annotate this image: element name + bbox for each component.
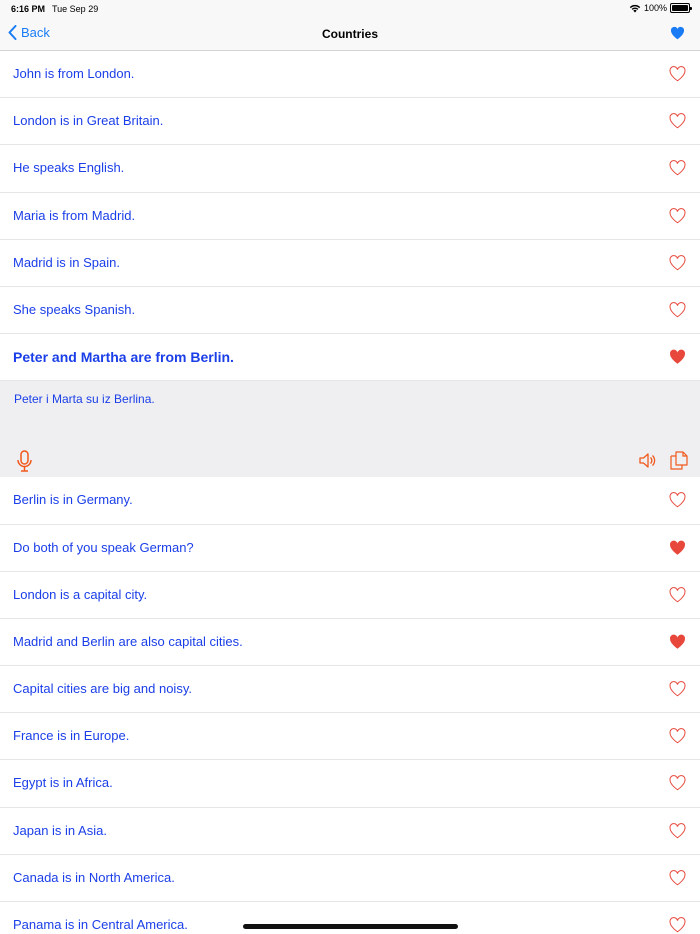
status-time: 6:16 PM xyxy=(11,4,46,14)
wifi-icon xyxy=(629,4,641,12)
favorite-toggle[interactable] xyxy=(669,349,686,370)
home-indicator xyxy=(243,924,458,929)
favorite-toggle[interactable] xyxy=(669,302,686,323)
heart-outline-icon xyxy=(669,728,686,744)
copy-icon xyxy=(670,451,688,470)
sentence-text: London is a capital city. xyxy=(13,586,148,602)
sentence-text: Maria is from Madrid. xyxy=(13,207,136,223)
sentence-group-bottom: Berlin is in Germany. Do both of you spea… xyxy=(0,477,700,934)
heart-outline-icon xyxy=(669,869,686,886)
sentence-text: She speaks Spanish. xyxy=(13,301,136,317)
sentence-row[interactable]: Madrid is in Spain. xyxy=(0,240,700,287)
page-title: Countries xyxy=(321,27,378,41)
status-bar: 6:16 PM Tue Sep 29 100% xyxy=(0,0,700,18)
sentence-row[interactable]: Egypt is in Africa. xyxy=(0,760,700,808)
heart-filled-icon xyxy=(669,349,686,364)
sentence-row[interactable]: John is from London. xyxy=(0,51,700,99)
heart-filled-icon xyxy=(670,26,685,40)
navigation-bar: Back Countries xyxy=(0,18,700,51)
sentence-text: France is in Europe. xyxy=(13,728,130,744)
heart-outline-icon xyxy=(669,586,686,603)
sentence-row[interactable]: Berlin is in Germany. xyxy=(0,477,700,525)
favorite-toggle[interactable] xyxy=(669,492,686,513)
heart-outline-icon xyxy=(669,302,686,318)
heart-filled-icon xyxy=(669,540,686,555)
sentence-text: Madrid and Berlin are also capital citie… xyxy=(13,633,243,649)
sentence-text: Capital cities are big and noisy. xyxy=(13,681,192,697)
heart-outline-icon xyxy=(669,113,686,129)
sentence-row[interactable]: London is a capital city. xyxy=(0,572,700,619)
sentence-text: John is from London. xyxy=(13,66,135,81)
favorite-toggle[interactable] xyxy=(669,207,686,229)
sentence-row[interactable]: Panama is in Central America. xyxy=(0,902,700,934)
heart-outline-icon xyxy=(669,254,686,271)
sentence-row[interactable]: Maria is from Madrid. xyxy=(0,193,700,240)
sentence-row[interactable]: Japan is in Asia. xyxy=(0,808,700,855)
heart-outline-icon xyxy=(669,681,686,697)
translation-text: Peter i Marta su iz Berlina. xyxy=(14,392,155,407)
battery-percent: 100% xyxy=(643,3,667,13)
favorite-toggle[interactable] xyxy=(669,113,686,134)
heart-outline-icon xyxy=(669,160,686,176)
favorite-toggle[interactable] xyxy=(669,586,686,608)
sentence-row[interactable]: Canada is in North America. xyxy=(0,855,700,902)
sentence-list: John is from London. London is in Great B… xyxy=(0,51,700,934)
heart-outline-icon xyxy=(669,207,686,223)
sentence-group-top: John is from London. London is in Great B… xyxy=(0,51,700,382)
sentence-row[interactable]: Do both of you speak German? xyxy=(0,525,700,572)
favorite-toggle[interactable] xyxy=(669,917,686,934)
sentence-row[interactable]: Peter and Martha are from Berlin. xyxy=(0,334,700,382)
favorite-toggle[interactable] xyxy=(669,775,686,796)
sentence-text: Madrid is in Spain. xyxy=(13,254,120,270)
sentence-row[interactable]: France is in Europe. xyxy=(0,713,700,761)
status-right: 100% xyxy=(629,3,692,13)
favorites-button[interactable] xyxy=(670,26,685,45)
microphone-button[interactable] xyxy=(16,450,33,478)
favorite-toggle[interactable] xyxy=(669,822,686,844)
speaker-button[interactable] xyxy=(639,452,658,474)
sentence-text: He speaks English. xyxy=(13,160,125,176)
translation-panel: Peter i Marta su iz Berlina. xyxy=(0,381,700,478)
sentence-text: Canada is in North America. xyxy=(13,869,175,885)
sentence-text: Japan is in Asia. xyxy=(13,822,107,838)
heart-outline-icon xyxy=(669,775,686,791)
heart-filled-icon xyxy=(669,634,686,649)
status-date: Tue Sep 29 xyxy=(52,4,99,14)
favorite-toggle[interactable] xyxy=(669,66,686,87)
sentence-row[interactable]: London is in Great Britain. xyxy=(0,98,700,146)
speaker-icon xyxy=(639,453,656,468)
favorite-toggle[interactable] xyxy=(669,160,686,181)
sentence-row[interactable]: He speaks English. xyxy=(0,145,700,193)
favorite-toggle[interactable] xyxy=(669,869,686,891)
sentence-text: London is in Great Britain. xyxy=(13,113,164,129)
heart-outline-icon xyxy=(669,492,686,508)
sentence-row[interactable]: Capital cities are big and noisy. xyxy=(0,666,700,714)
sentence-text: Berlin is in Germany. xyxy=(13,492,133,508)
sentence-row[interactable]: She speaks Spanish. xyxy=(0,287,700,335)
favorite-toggle[interactable] xyxy=(669,634,686,655)
sentence-row[interactable]: Madrid and Berlin are also capital citie… xyxy=(0,619,700,667)
favorite-toggle[interactable] xyxy=(669,728,686,749)
sentence-text: Do both of you speak German? xyxy=(13,539,194,555)
sentence-text: Peter and Martha are from Berlin. xyxy=(13,349,234,366)
favorite-toggle[interactable] xyxy=(669,254,686,276)
sentence-text: Egypt is in Africa. xyxy=(13,775,113,791)
favorite-toggle[interactable] xyxy=(669,681,686,702)
heart-outline-icon xyxy=(669,917,686,933)
battery-icon xyxy=(670,3,692,13)
heart-outline-icon xyxy=(669,66,686,82)
favorite-toggle[interactable] xyxy=(669,540,686,561)
sentence-text: Panama is in Central America. xyxy=(13,917,188,932)
copy-button[interactable] xyxy=(670,451,688,475)
heart-outline-icon xyxy=(669,822,686,838)
microphone-icon xyxy=(17,450,32,473)
